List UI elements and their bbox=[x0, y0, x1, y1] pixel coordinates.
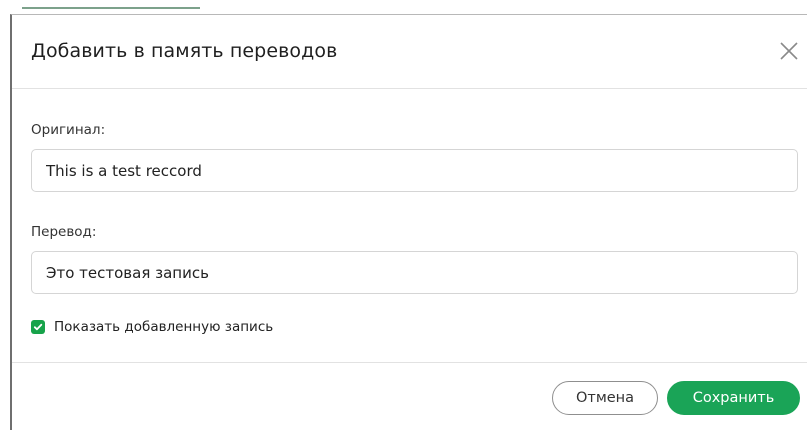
background-link-underline bbox=[22, 3, 200, 12]
dialog-title: Добавить в память переводов bbox=[31, 40, 338, 62]
show-added-record-label: Показать добавленную запись bbox=[54, 319, 274, 335]
translation-input[interactable] bbox=[31, 251, 798, 294]
background-page bbox=[0, 0, 807, 14]
original-input[interactable] bbox=[31, 149, 798, 192]
dialog-header: Добавить в память переводов bbox=[12, 15, 807, 89]
add-to-tm-dialog: Добавить в память переводов Оригинал: Пе… bbox=[10, 14, 807, 430]
show-added-record-option[interactable]: Показать добавленную запись bbox=[31, 318, 273, 336]
dialog-footer: Отмена Сохранить bbox=[12, 362, 807, 431]
save-button[interactable]: Сохранить bbox=[667, 381, 800, 415]
close-button[interactable] bbox=[777, 39, 801, 63]
cancel-button[interactable]: Отмена bbox=[552, 381, 658, 415]
checkmark-icon bbox=[33, 323, 43, 331]
original-label: Оригинал: bbox=[31, 122, 106, 138]
show-added-record-checkbox[interactable] bbox=[31, 320, 45, 334]
close-icon bbox=[780, 42, 798, 60]
translation-label: Перевод: bbox=[31, 224, 97, 240]
